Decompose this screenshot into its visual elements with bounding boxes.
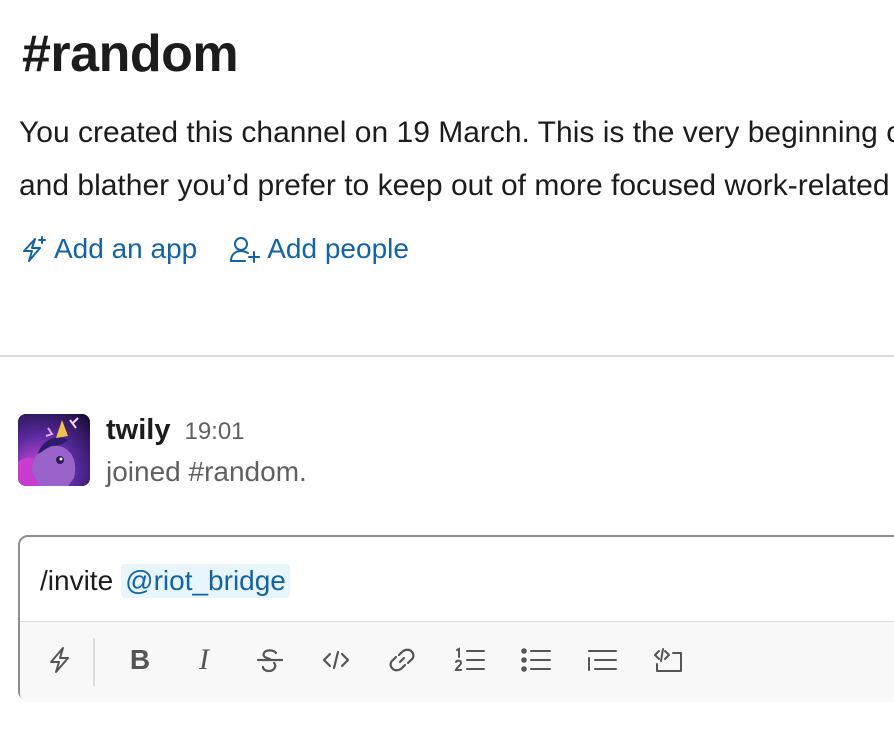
italic-button[interactable]: I <box>184 640 224 680</box>
bold-icon: B <box>129 644 151 675</box>
ordered-list-button[interactable] <box>450 640 490 680</box>
shortcuts-button[interactable] <box>40 640 80 680</box>
strikethrough-button[interactable] <box>250 640 290 680</box>
add-app-label: Add an app <box>54 233 198 264</box>
sender-name[interactable]: twily <box>106 414 170 447</box>
add-people-label: Add people <box>267 233 409 264</box>
add-people-button[interactable]: Add people <box>229 233 409 265</box>
link-icon <box>389 648 415 672</box>
shortcuts-icon <box>50 647 69 673</box>
channel-actions: Add an app Add people <box>18 228 409 270</box>
channel-view: #random You created this channel on 19 M… <box>0 0 894 736</box>
channel-description: You created this channel on 19 March. Th… <box>19 106 894 212</box>
composer-input[interactable]: /invite @riot_bridge <box>40 561 290 601</box>
ordered-list-icon <box>454 647 485 671</box>
formatting-toolbar: B I <box>20 621 894 702</box>
message-header: twily 19:01 <box>106 414 245 448</box>
toolbar-separator <box>93 638 95 686</box>
bold-button[interactable]: B <box>120 640 160 680</box>
bulleted-list-button[interactable] <box>516 640 556 680</box>
blockquote-button[interactable] <box>582 640 622 680</box>
avatar[interactable] <box>18 414 90 486</box>
avatar-image <box>18 414 90 486</box>
message-composer[interactable]: /invite @riot_bridge B I <box>18 535 894 702</box>
message-item: twily 19:01 joined #random. <box>18 414 894 494</box>
code-block-icon <box>654 648 682 672</box>
code-block-button[interactable] <box>648 640 688 680</box>
channel-title: #random <box>22 25 239 83</box>
code-icon <box>322 650 350 670</box>
composer-command: /invite <box>40 565 114 596</box>
code-button[interactable] <box>316 640 356 680</box>
link-button[interactable] <box>382 640 422 680</box>
mention-token[interactable]: @riot_bridge <box>121 564 290 598</box>
blockquote-icon <box>588 650 617 671</box>
add-app-button[interactable]: Add an app <box>18 233 197 265</box>
message-text: joined #random. <box>106 456 307 487</box>
bulleted-list-icon <box>521 648 551 672</box>
channel-description-line-2: and blather you’d prefer to keep out of … <box>19 169 894 202</box>
lightning-plus-icon <box>23 236 46 262</box>
strikethrough-icon <box>256 649 284 673</box>
add-person-icon <box>230 237 261 263</box>
italic-icon: I <box>199 643 209 676</box>
message-timestamp[interactable]: 19:01 <box>184 418 244 446</box>
message-divider <box>0 355 894 357</box>
channel-description-line-1: You created this channel on 19 March. Th… <box>19 116 894 149</box>
